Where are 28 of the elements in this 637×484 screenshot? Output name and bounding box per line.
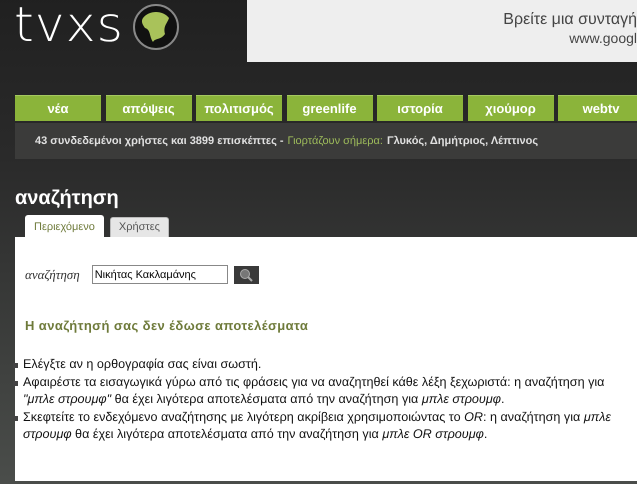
bullet-icon [13,380,18,386]
nav-tab[interactable]: greenlife [286,95,372,121]
site-logo[interactable]: tvxs [14,2,124,48]
search-field[interactable]: Νικήτας Κακλαμάνης [92,265,228,284]
globe-icon [132,4,179,50]
online-stats: 43 συνδεδεμένοι χρήστες και 3899 επισκέπτες - [35,135,284,147]
search-tip: Αφαιρέστε τα εισαγωγικά γύρω από τις φράσεις για να αναζητηθεί κάθε λέξη ξεχωριστά: η αναζήτηση για "μπλε στρουμφ" θα έχει λιγότερα αποτελέσματα από την αναζήτηση για μπλε στρουμφ. [23,374,606,408]
ad-text[interactable]: Βρείτε μια συνταγή [503,10,637,29]
search-tip: Σκεφτείτε το ενδεχόμενο αναζήτησης με λιγότερη ακρίβεια χρησιμοποιώντας το OR: η αναζήτηση για μπλε στρουμφ θα έχει λιγότερα αποτελέσματα από την αναζήτηση για μπλε OR στρουμφ. [23,408,612,443]
nav-tab[interactable]: χιούμορ [468,95,554,121]
nav-tab[interactable]: νέα [15,95,101,121]
search-button[interactable] [234,266,259,284]
tab[interactable]: Χρήστες [110,217,169,237]
nav-tab[interactable]: ιστορία [377,95,463,121]
result-heading: Η αναζήτησή σας δεν έδωσε αποτελέσματα [25,318,310,333]
tab[interactable]: Περιεχόμενο [25,215,104,237]
nameday-label: Γιορτάζουν σήμερα: [288,135,383,147]
nameday-names: Γλυκός, Δημήτριος, Λέπτινος [386,135,538,147]
ad-url[interactable]: www.googl [569,29,637,47]
search-icon [239,268,254,282]
nav-tab[interactable]: webtv [558,95,637,121]
nav-tab[interactable]: απόψεις [106,95,192,121]
page-title: αναζήτηση [15,186,120,210]
search-tip: Ελέγξτε αν η ορθογραφία σας είναι σωστή. [23,356,262,373]
nav-tab[interactable]: πολιτισμός [196,95,282,121]
bullet-icon [13,416,18,420]
bullet-icon [13,363,18,368]
search-label: αναζήτηση [25,266,80,282]
